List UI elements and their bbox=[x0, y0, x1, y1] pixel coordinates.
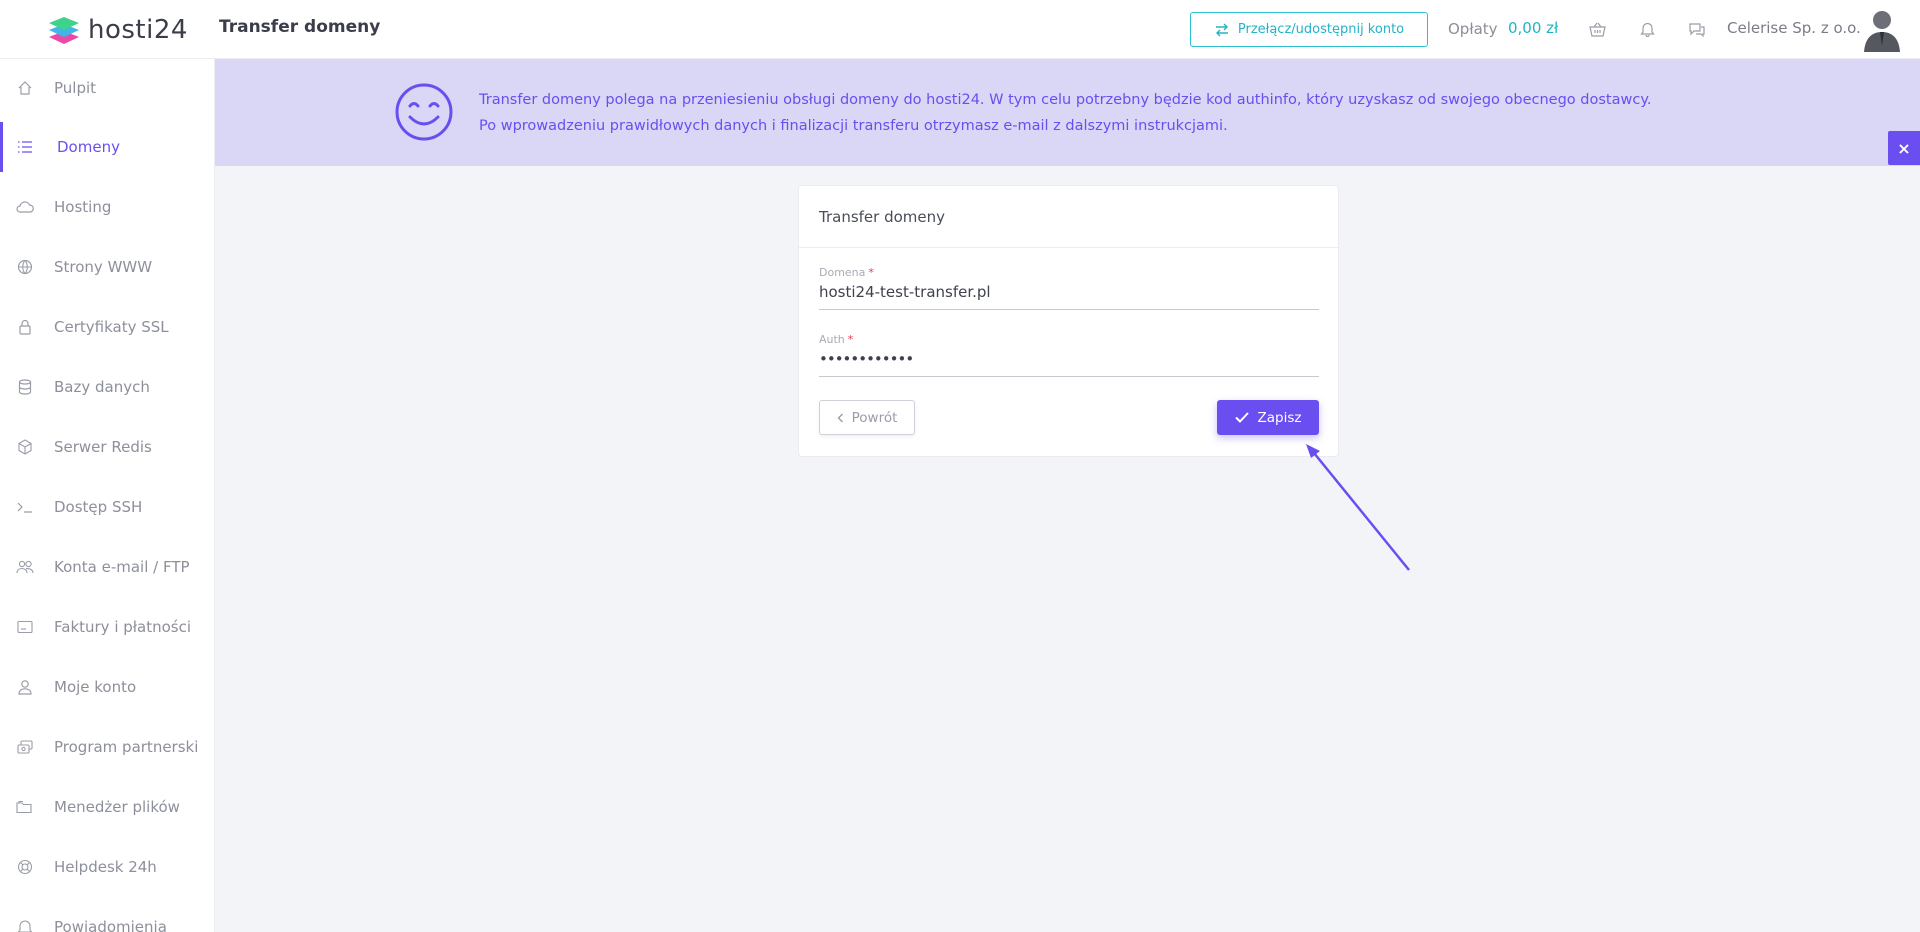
sidebar-item-faktury-platnosci[interactable]: Faktury i płatności bbox=[0, 602, 214, 652]
user-icon bbox=[16, 678, 34, 696]
logo-icon bbox=[49, 17, 79, 44]
folder-icon bbox=[16, 798, 34, 816]
sidebar-item-domeny[interactable]: Domeny bbox=[0, 122, 214, 172]
fees-label: Opłaty bbox=[1448, 20, 1498, 38]
sidebar-item-label: Certyfikaty SSL bbox=[54, 318, 169, 336]
chevron-left-icon bbox=[837, 413, 843, 422]
sidebar-item-label: Moje konto bbox=[54, 678, 137, 696]
sidebar-item-powiadomienia[interactable]: Powiadomienia bbox=[0, 902, 214, 932]
users-icon bbox=[16, 558, 34, 576]
basket-icon[interactable] bbox=[1586, 18, 1608, 40]
lifebuoy-icon bbox=[16, 858, 34, 876]
home-icon bbox=[16, 79, 34, 97]
sidebar-item-strony-www[interactable]: Strony WWW bbox=[0, 242, 214, 292]
sidebar-item-bazy-danych[interactable]: Bazy danych bbox=[0, 362, 214, 412]
domain-input[interactable] bbox=[819, 279, 1319, 310]
sidebar-item-label: Domeny bbox=[57, 138, 120, 156]
sidebar-item-label: Hosting bbox=[54, 198, 112, 216]
cube-icon bbox=[16, 438, 34, 456]
sidebar-item-label: Menedżer plików bbox=[54, 798, 180, 816]
banner-line-1: Transfer domeny polega na przeniesieniu … bbox=[479, 92, 1652, 108]
sidebar-item-label: Strony WWW bbox=[54, 258, 153, 276]
smiley-icon bbox=[395, 83, 453, 141]
save-label: Zapisz bbox=[1257, 409, 1302, 426]
switch-account-label: Przełącz/udostępnij konto bbox=[1237, 22, 1405, 37]
banner-text: Transfer domeny polega na przeniesieniu … bbox=[479, 87, 1651, 139]
bell-icon[interactable] bbox=[1636, 18, 1658, 40]
lock-icon bbox=[16, 318, 34, 336]
required-mark: * bbox=[868, 266, 874, 279]
invoice-icon bbox=[16, 618, 34, 636]
auth-field: Auth * bbox=[819, 333, 1319, 377]
sidebar-item-helpdesk[interactable]: Helpdesk 24h bbox=[0, 842, 214, 892]
sidebar-item-label: Konta e-mail / FTP bbox=[54, 558, 190, 576]
auth-label: Auth * bbox=[819, 333, 854, 346]
sidebar-item-moje-konto[interactable]: Moje konto bbox=[0, 662, 214, 712]
chat-icon[interactable] bbox=[1686, 18, 1708, 40]
company-name[interactable]: Celerise Sp. z o.o. bbox=[1727, 19, 1861, 37]
sidebar-item-konta-email-ftp[interactable]: Konta e-mail / FTP bbox=[0, 542, 214, 592]
sidebar-item-program-partnerski[interactable]: Program partnerski bbox=[0, 722, 214, 772]
sidebar-item-menedzer-plikow[interactable]: Menedżer plików bbox=[0, 782, 214, 832]
sidebar-item-label: Serwer Redis bbox=[54, 438, 152, 456]
sidebar-item-label: Helpdesk 24h bbox=[54, 858, 157, 876]
sidebar: Pulpit Domeny Hosting Strony WWW Certyfi… bbox=[0, 59, 215, 932]
swap-icon bbox=[1215, 23, 1228, 36]
switch-account-button[interactable]: Przełącz/udostępnij konto bbox=[1190, 12, 1428, 47]
cloud-icon bbox=[16, 198, 34, 216]
sidebar-item-certyfikaty-ssl[interactable]: Certyfikaty SSL bbox=[0, 302, 214, 352]
sidebar-item-label: Bazy danych bbox=[54, 378, 150, 396]
money-icon bbox=[16, 738, 34, 756]
sidebar-item-label: Pulpit bbox=[54, 79, 97, 97]
avatar[interactable] bbox=[1862, 8, 1902, 52]
transfer-form-card: Transfer domeny Domena* Auth* Powrót Zap… bbox=[798, 185, 1339, 457]
required-mark: * bbox=[847, 333, 854, 346]
sidebar-item-label: Dostęp SSH bbox=[54, 498, 143, 516]
logo-text: hosti24 bbox=[88, 15, 188, 45]
sidebar-item-label: Powiadomienia bbox=[54, 918, 167, 932]
banner-line-2: Po wprowadzeniu prawidłowych danych i fi… bbox=[479, 118, 1228, 134]
sidebar-item-serwer-redis[interactable]: Serwer Redis bbox=[0, 422, 214, 472]
domain-label: Domena * bbox=[819, 266, 874, 279]
database-icon bbox=[16, 378, 34, 396]
terminal-icon bbox=[16, 498, 34, 516]
back-button[interactable]: Powrót bbox=[819, 400, 915, 435]
check-icon bbox=[1234, 412, 1249, 423]
sidebar-item-hosting[interactable]: Hosting bbox=[0, 182, 214, 232]
bell-icon bbox=[16, 918, 34, 932]
sidebar-item-label: Faktury i płatności bbox=[54, 618, 192, 636]
fees-value[interactable]: 0,00 zł bbox=[1508, 19, 1558, 37]
globe-icon bbox=[16, 258, 34, 276]
banner-close-button[interactable]: × bbox=[1888, 131, 1920, 165]
top-bar: hosti24 Transfer domeny Przełącz/udostęp… bbox=[0, 0, 1920, 59]
auth-input[interactable] bbox=[819, 346, 1319, 377]
page-title: Transfer domeny bbox=[219, 17, 381, 37]
list-icon bbox=[16, 138, 34, 156]
card-title: Transfer domeny bbox=[799, 186, 1338, 248]
logo[interactable]: hosti24 bbox=[48, 14, 188, 46]
save-button[interactable]: Zapisz bbox=[1217, 400, 1319, 435]
back-label: Powrót bbox=[851, 409, 898, 426]
sidebar-item-pulpit[interactable]: Pulpit bbox=[0, 63, 214, 113]
sidebar-item-label: Program partnerski bbox=[54, 738, 199, 756]
sidebar-item-dostep-ssh[interactable]: Dostęp SSH bbox=[0, 482, 214, 532]
domain-field: Domena * bbox=[819, 266, 1319, 310]
